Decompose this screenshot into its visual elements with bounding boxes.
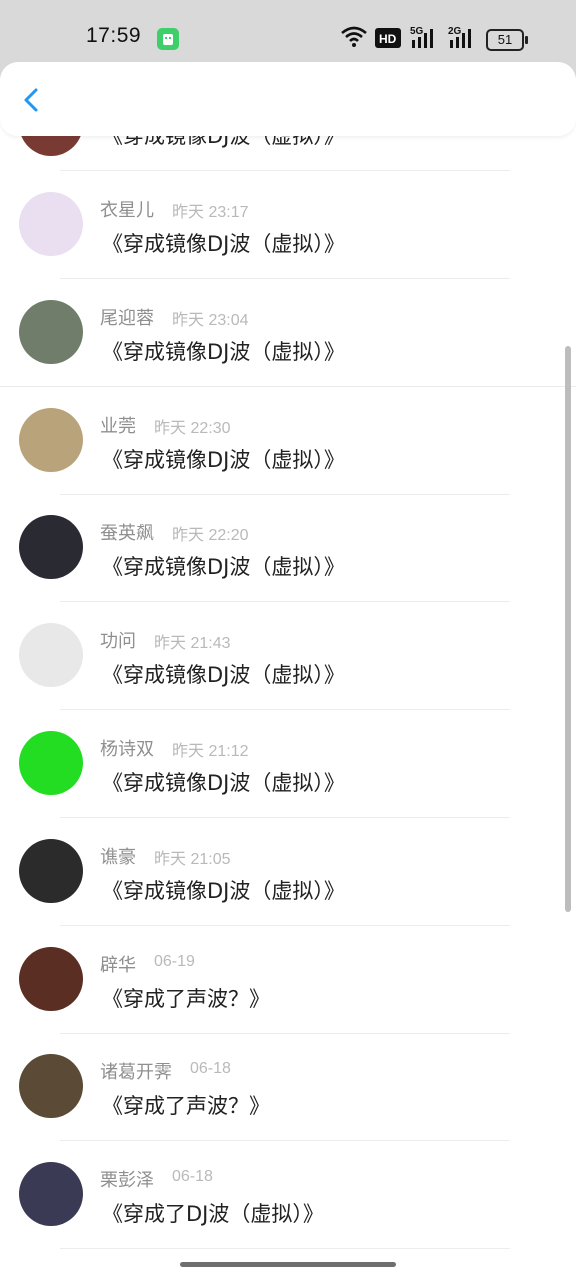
commenter-name[interactable]: 蚕英飙 bbox=[100, 519, 154, 545]
commenter-name[interactable]: 诸葛开霁 bbox=[100, 1058, 172, 1084]
comment-time: 昨天 21:43 bbox=[154, 635, 231, 653]
divider bbox=[60, 1140, 510, 1142]
divider bbox=[0, 386, 576, 387]
comment-content: 《穿成镜像DJ波（虚拟）》 bbox=[102, 447, 345, 472]
top-nav-bar bbox=[0, 62, 576, 136]
divider bbox=[60, 278, 510, 279]
comment-time: 06-19 bbox=[154, 952, 195, 970]
scrollbar[interactable] bbox=[565, 346, 571, 912]
divider bbox=[60, 1248, 510, 1250]
comment-time: 昨天 23:17 bbox=[172, 204, 249, 221]
commenter-name[interactable]: 尾迎蓉 bbox=[100, 304, 154, 330]
svg-text:5G: 5G bbox=[410, 26, 424, 37]
avatar[interactable] bbox=[19, 299, 83, 364]
list-item[interactable]: 业莞 昨天 22:30 《穿成镜像DJ波（虚拟）》 bbox=[0, 407, 576, 516]
status-time: 17:59 bbox=[86, 24, 142, 47]
comment-content: 《穿成镜像DJ波（虚拟）》 bbox=[102, 339, 345, 364]
commenter-name[interactable]: 衣星儿 bbox=[100, 196, 154, 222]
avatar[interactable] bbox=[19, 515, 83, 580]
avatar[interactable] bbox=[19, 731, 83, 795]
comment-time: 昨天 23:04 bbox=[172, 311, 249, 329]
avatar[interactable] bbox=[19, 1054, 83, 1119]
avatar[interactable] bbox=[19, 838, 83, 903]
divider bbox=[60, 601, 510, 603]
list-item[interactable]: 衣星儿 昨天 23:17 《穿成镜像DJ波（虚拟）》 bbox=[0, 192, 576, 300]
commenter-name[interactable]: 栗彭泽 bbox=[100, 1166, 154, 1192]
divider bbox=[60, 924, 510, 926]
avatar[interactable] bbox=[19, 407, 83, 472]
hd-icon: HD bbox=[375, 28, 401, 52]
wifi-icon bbox=[340, 24, 368, 52]
comment-content: 《穿成镜像DJ波（虚拟）》 bbox=[102, 663, 345, 688]
avatar[interactable] bbox=[19, 946, 83, 1011]
commenter-name[interactable]: 谯豪 bbox=[100, 843, 136, 869]
comment-list: 《穿成镜像DJ波（虚拟）》 衣星儿 昨天 23:17 《穿成镜像DJ波（虚拟）》 尾迎… bbox=[0, 0, 576, 1280]
divider bbox=[60, 170, 510, 171]
comment-time: 昨天 22:20 bbox=[172, 527, 249, 545]
comment-content: 《穿成了声波？》 bbox=[102, 1094, 270, 1119]
divider bbox=[60, 1032, 510, 1034]
divider bbox=[60, 709, 510, 711]
comment-content: 《穿成了声波？》 bbox=[102, 986, 270, 1011]
list-item[interactable]: 尾迎蓉 昨天 23:04 《穿成镜像DJ波（虚拟）》 bbox=[0, 299, 576, 408]
app-notification-icon bbox=[157, 28, 179, 50]
avatar[interactable] bbox=[19, 1162, 83, 1227]
list-item[interactable]: 栗彭泽 06-18 《穿成了DJ波（虚拟）》 bbox=[0, 1162, 576, 1270]
list-item[interactable]: 蚕英飙 昨天 22:20 《穿成镜像DJ波（虚拟）》 bbox=[0, 515, 576, 623]
divider bbox=[60, 817, 510, 818]
divider bbox=[60, 493, 510, 495]
commenter-name[interactable]: 杨诗双 bbox=[100, 735, 154, 761]
chevron-left-icon[interactable] bbox=[14, 82, 50, 118]
comment-content: 《穿成镜像DJ波（虚拟）》 bbox=[102, 232, 345, 256]
commenter-name[interactable]: 辟华 bbox=[100, 951, 136, 977]
2g-signal-icon: 2G bbox=[448, 24, 478, 54]
list-item[interactable]: 辟华 06-19 《穿成了声波？》 bbox=[0, 946, 576, 1055]
avatar[interactable] bbox=[19, 623, 83, 688]
commenter-name[interactable]: 业莞 bbox=[100, 412, 136, 438]
comment-time: 昨天 21:12 bbox=[172, 743, 249, 760]
svg-text:2G: 2G bbox=[448, 26, 462, 37]
comment-content: 《穿成了DJ波（虚拟）》 bbox=[102, 1202, 324, 1227]
comment-content: 《穿成镜像DJ波（虚拟）》 bbox=[102, 555, 345, 580]
avatar[interactable] bbox=[19, 192, 83, 256]
comment-content: 《穿成镜像DJ波（虚拟）》 bbox=[102, 771, 345, 795]
home-indicator[interactable] bbox=[180, 1262, 396, 1267]
list-item[interactable]: 杨诗双 昨天 21:12 《穿成镜像DJ波（虚拟）》 bbox=[0, 731, 576, 839]
comment-time: 06-18 bbox=[172, 1168, 213, 1186]
battery-icon: 51 bbox=[486, 29, 528, 51]
list-item[interactable]: 谯豪 昨天 21:05 《穿成镜像DJ波（虚拟）》 bbox=[0, 838, 576, 947]
commenter-name[interactable]: 功问 bbox=[100, 627, 136, 653]
comment-content: 《穿成镜像DJ波（虚拟）》 bbox=[102, 878, 345, 903]
comment-time: 昨天 21:05 bbox=[154, 850, 231, 868]
5g-signal-icon: 5G bbox=[410, 24, 440, 54]
comment-time: 06-18 bbox=[190, 1060, 231, 1078]
comment-time: 昨天 22:30 bbox=[154, 419, 231, 437]
svg-text:HD: HD bbox=[379, 32, 397, 46]
list-item[interactable]: 诸葛开霁 06-18 《穿成了声波？》 bbox=[0, 1054, 576, 1162]
list-item[interactable]: 功问 昨天 21:43 《穿成镜像DJ波（虚拟）》 bbox=[0, 623, 576, 731]
